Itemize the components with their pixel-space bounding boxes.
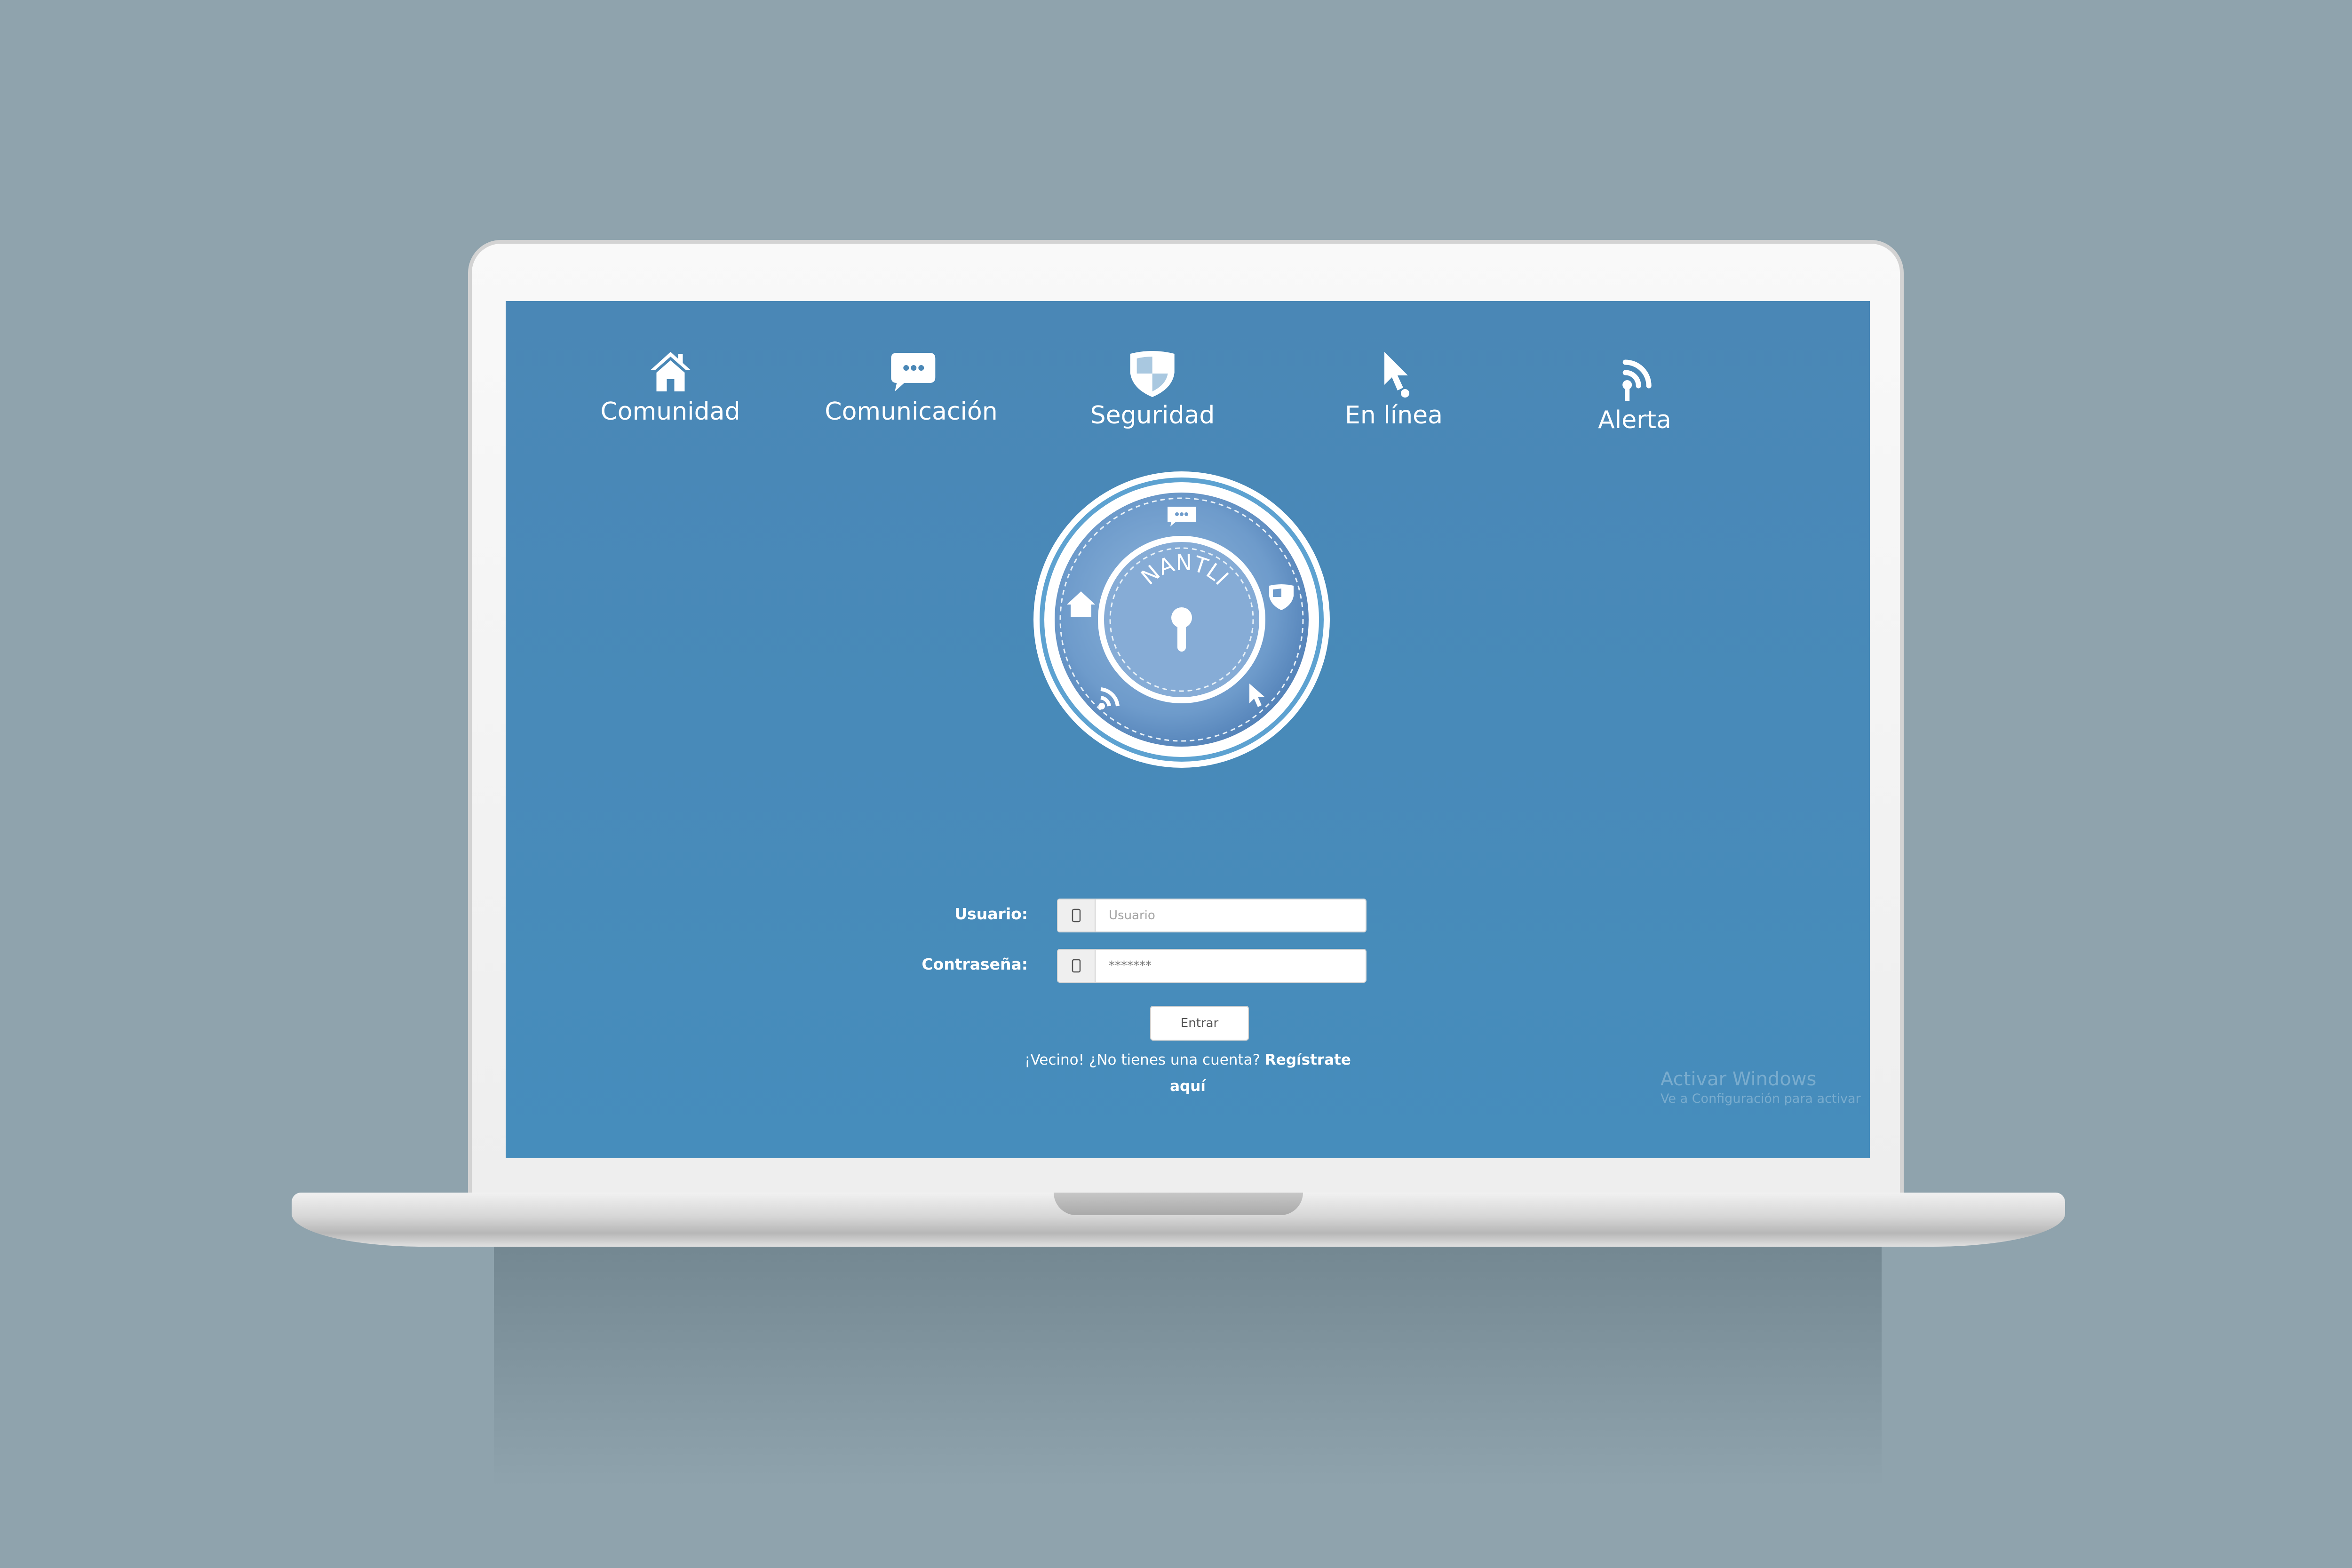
watermark-subtitle: Ve a Configuración para activar [1661, 1091, 1861, 1106]
signup-text: ¡Vecino! ¿No tienes una cuenta? [1025, 1051, 1261, 1068]
watermark-title: Activar Windows [1661, 1068, 1817, 1090]
user-label: Usuario: [954, 905, 1028, 923]
phone-icon [1072, 908, 1081, 923]
user-input[interactable] [1096, 899, 1366, 931]
password-label: Contraseña: [922, 955, 1028, 973]
laptop-shadow [494, 1242, 1882, 1487]
phone-icon [1072, 959, 1081, 973]
windows-activation-watermark: Activar Windows Ve a Configuración para … [1661, 1068, 1861, 1107]
user-addon [1058, 899, 1096, 931]
signup-prompt: ¡Vecino! ¿No tienes una cuenta? Regístra… [1023, 1047, 1352, 1099]
submit-button[interactable]: Entrar [1150, 1006, 1249, 1041]
password-addon [1058, 950, 1096, 982]
password-input[interactable] [1096, 950, 1366, 982]
laptop-notch [1054, 1193, 1303, 1215]
password-input-group [1057, 949, 1367, 983]
user-input-group [1057, 899, 1367, 932]
login-form: Usuario: Contraseña: Entrar ¡Vecino! ¿No… [506, 301, 1870, 1158]
app-screen: Comunidad Comunicación Seguridad En líne… [506, 301, 1870, 1158]
